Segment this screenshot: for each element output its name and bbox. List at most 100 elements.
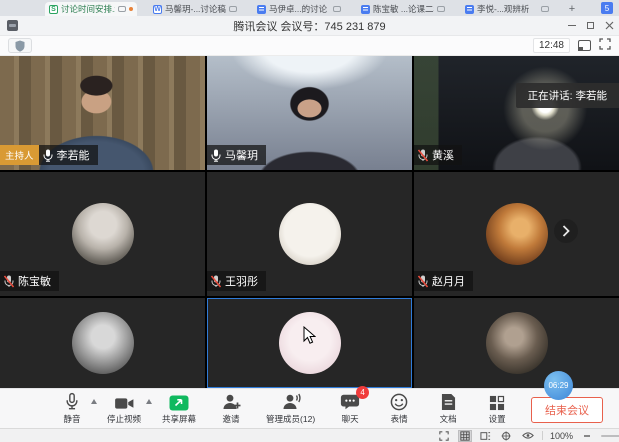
mic-options-caret[interactable] (91, 399, 97, 404)
avatar (279, 203, 341, 265)
settings-label: 设置 (489, 413, 506, 425)
mic-muted-icon (418, 149, 428, 162)
speaking-tooltip: 正在讲话: 李若能 (516, 83, 619, 108)
video-cell-chenbaomin[interactable]: 陈宝敏 (0, 172, 205, 296)
mouse-cursor (303, 326, 316, 350)
mute-button[interactable]: 静音 (58, 392, 86, 425)
invite-label: 邀请 (223, 413, 240, 425)
participant-name: 赵月月 (432, 273, 465, 289)
tab-count-badge[interactable]: 5 (601, 2, 613, 14)
participant-name: 黄溪 (432, 147, 454, 163)
docs-label: 文档 (440, 413, 457, 425)
minimize-icon[interactable] (562, 17, 581, 35)
maximize-icon[interactable] (581, 17, 600, 35)
share-screen-button[interactable]: 共享屏幕 (162, 392, 196, 425)
online-doc-icon (465, 5, 474, 14)
meeting-clock: 12:48 (533, 38, 570, 53)
spreadsheet-icon: S (49, 5, 58, 14)
participant-name: 陈宝敏 (18, 273, 51, 289)
zoom-out-icon[interactable] (580, 430, 594, 442)
participant-label: 王羽彤 (207, 271, 266, 291)
page-break-preview-icon[interactable] (500, 430, 514, 442)
video-cell-liruoneng[interactable]: 主持人 李若能 (0, 56, 205, 170)
video-cell-zhaoyueyue[interactable]: 赵月月 (414, 172, 619, 296)
avatar (72, 203, 134, 265)
tab-label: 马伊卓...的讨论 (269, 3, 330, 15)
meeting-title-bar[interactable]: 腾讯会议 会议号：745 231 879 (0, 16, 619, 36)
participant-name: 马馨玥 (225, 147, 258, 163)
meeting-toolbar: 静音 停止视频 共享屏幕 邀请 管理成员(12) (0, 388, 619, 428)
settings-button[interactable]: 设置 (483, 392, 511, 425)
tab-schedule-xls[interactable]: S 讨论时间安排.xls (45, 2, 137, 16)
invite-button[interactable]: 邀请 (217, 392, 245, 425)
notification-dot (129, 7, 133, 11)
chat-button[interactable]: 4 聊天 (336, 392, 364, 425)
fullscreen-view-icon[interactable] (437, 430, 451, 442)
floating-window-icon[interactable] (578, 40, 591, 51)
participant-label: 赵月月 (414, 271, 473, 291)
invite-icon (222, 393, 241, 411)
tab-doc-maxinyue[interactable]: W 马馨玥-...讨论稿 (149, 2, 241, 16)
avatar (486, 203, 548, 265)
emoji-icon (390, 393, 408, 411)
host-badge: 主持人 (0, 145, 39, 165)
word-doc-icon: W (153, 5, 162, 14)
tab-doc-liyue[interactable]: 李悦-...观辨析 (461, 2, 553, 16)
wps-status-bar: 100% (0, 428, 619, 442)
participant-label: 马馨玥 (207, 145, 266, 165)
browser-tab-bar: S 讨论时间安排.xls W 马馨玥-...讨论稿 马伊卓...的讨论 陈宝敏 … (0, 0, 619, 16)
avatar (72, 312, 134, 374)
emoji-label: 表情 (391, 413, 408, 425)
shield-icon (15, 40, 25, 52)
meeting-timer-bubble[interactable]: 06:29 (544, 371, 573, 400)
chat-unread-badge: 4 (356, 386, 369, 399)
zoom-slider[interactable] (601, 435, 619, 437)
camera-options-caret[interactable] (146, 399, 152, 404)
docs-button[interactable]: 文档 (434, 392, 462, 425)
video-cell-wangyutong[interactable]: 王羽彤 (207, 172, 412, 296)
tab-label: 讨论时间安排.xls (61, 3, 115, 15)
meeting-title: 腾讯会议 会议号：745 231 879 (0, 18, 619, 34)
participant-name: 李若能 (57, 147, 90, 163)
fullscreen-icon[interactable] (599, 37, 611, 55)
members-icon (281, 393, 301, 411)
normal-view-icon[interactable] (458, 430, 472, 442)
comment-icon (437, 6, 445, 12)
manage-members-label: 管理成员(12) (266, 413, 315, 425)
mic-muted-icon (418, 275, 428, 288)
meeting-app-icon (7, 20, 18, 31)
window-controls (562, 17, 619, 35)
tab-doc-mayizhuo[interactable]: 马伊卓...的讨论 (253, 2, 345, 16)
mic-on-icon (43, 149, 53, 162)
share-screen-icon (169, 395, 189, 411)
emoji-button[interactable]: 表情 (385, 392, 413, 425)
avatar (486, 312, 548, 374)
video-cell-row3-left[interactable] (0, 298, 205, 388)
tab-label: 李悦-...观辨析 (477, 3, 538, 15)
close-icon[interactable] (600, 17, 619, 35)
video-cell-maxinyue[interactable]: 马馨玥 (207, 56, 412, 170)
manage-members-button[interactable]: 管理成员(12) (266, 392, 315, 425)
chevron-right-icon (562, 225, 570, 237)
new-tab-button[interactable]: + (565, 2, 579, 16)
participant-label: 主持人 李若能 (0, 145, 98, 165)
mute-label: 静音 (63, 413, 80, 425)
video-cell-huangxi[interactable]: 黄溪 (414, 56, 619, 170)
next-page-button[interactable] (554, 219, 578, 243)
end-meeting-button[interactable]: 结束会议 (531, 397, 603, 423)
page-layout-view-icon[interactable] (479, 430, 493, 442)
tab-doc-chenbaomin[interactable]: 陈宝敏 ...论课二稿 (357, 2, 449, 16)
reading-mode-icon[interactable] (521, 430, 535, 442)
comment-icon (541, 6, 549, 12)
video-grid: 主持人 李若能 马馨玥 黄溪 (0, 56, 619, 388)
participant-label: 黄溪 (414, 145, 462, 165)
participant-label: 陈宝敏 (0, 271, 59, 291)
video-cell-row3-right[interactable] (414, 298, 619, 388)
meeting-info-bar: 12:48 (0, 36, 619, 56)
online-doc-icon (361, 5, 370, 14)
stop-video-button[interactable]: 停止视频 (107, 392, 141, 425)
comment-icon (229, 6, 237, 12)
zoom-level[interactable]: 100% (550, 431, 573, 441)
meeting-security-button[interactable] (8, 38, 32, 53)
participant-name: 王羽彤 (225, 273, 258, 289)
